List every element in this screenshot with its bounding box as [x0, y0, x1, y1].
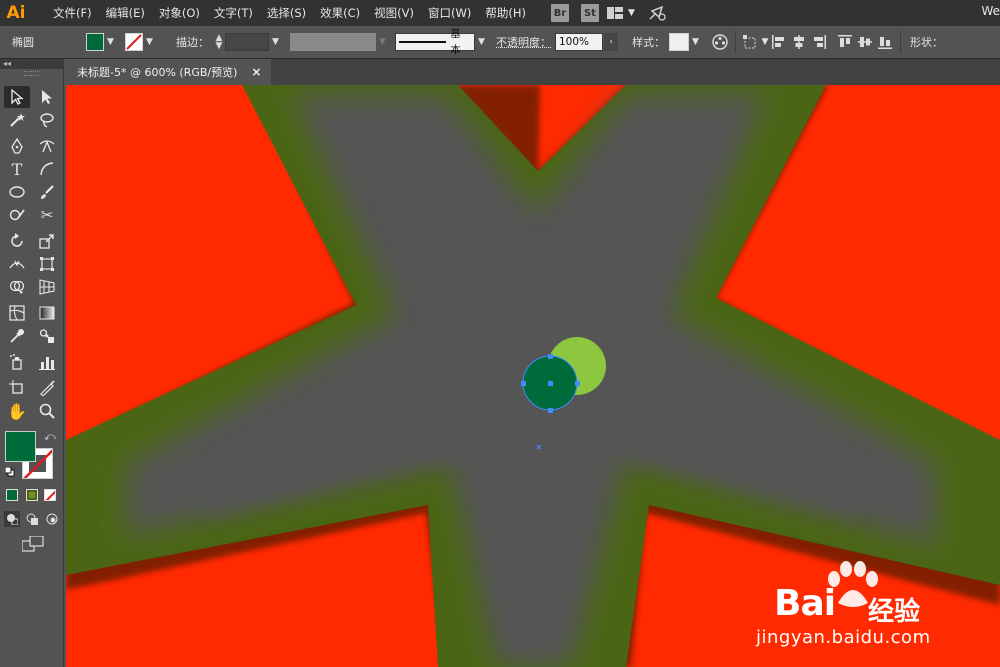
fill-color-swatch[interactable]	[5, 431, 36, 462]
align-left-icon[interactable]	[769, 32, 789, 52]
stroke-weight-stepper[interactable]: ▲ ▼	[213, 32, 225, 52]
magic-wand-tool-icon[interactable]	[4, 109, 30, 131]
column-graph-tool-icon[interactable]	[34, 351, 60, 373]
stroke-none-swatch[interactable]	[125, 33, 143, 51]
curvature-tool-icon[interactable]	[34, 135, 60, 157]
align-bottom-icon[interactable]	[875, 32, 895, 52]
lasso-tool-icon[interactable]	[34, 109, 60, 131]
color-mode-button[interactable]	[6, 489, 18, 501]
align-right-icon[interactable]	[809, 32, 829, 52]
fill-swatch[interactable]	[86, 33, 104, 51]
app-logo: Ai	[6, 3, 26, 23]
draw-behind-icon[interactable]	[24, 511, 40, 527]
baidu-watermark: Bai 经验 jingyan.baidu.com	[756, 561, 996, 655]
recolor-artwork-icon[interactable]	[710, 32, 730, 52]
shape-builder-tool-icon[interactable]	[4, 276, 30, 298]
rotate-tool-icon[interactable]	[4, 230, 30, 252]
screen-mode-icon[interactable]	[21, 535, 44, 555]
menu-object[interactable]: 对象(O)	[152, 0, 207, 26]
menu-effect[interactable]: 效果(C)	[313, 0, 367, 26]
window-title: We	[981, 4, 1000, 18]
slice-tool-icon[interactable]	[34, 377, 60, 399]
scissors-tool-icon[interactable]: ✂	[34, 204, 60, 226]
perspective-grid-tool-icon[interactable]	[34, 276, 60, 298]
artboard-canvas[interactable]: Bai 经验 jingyan.baidu.com	[66, 85, 1000, 667]
width-tool-icon[interactable]	[4, 253, 30, 275]
stroke-weight-input[interactable]	[225, 33, 269, 51]
chevron-right-icon[interactable]: ›	[604, 33, 618, 51]
mesh-tool-icon[interactable]	[4, 302, 30, 324]
menu-window[interactable]: 窗口(W)	[421, 0, 478, 26]
shaper-tool-icon[interactable]	[4, 204, 30, 226]
menu-select[interactable]: 选择(S)	[260, 0, 313, 26]
free-transform-tool-icon[interactable]	[34, 253, 60, 275]
chevron-down-icon[interactable]: ▼	[269, 33, 282, 51]
scale-tool-icon[interactable]	[34, 230, 60, 252]
gradient-mode-button[interactable]	[26, 489, 38, 501]
align-middle-icon[interactable]	[855, 32, 875, 52]
bridge-button[interactable]: Br	[550, 4, 569, 22]
gradient-tool-icon[interactable]	[34, 302, 60, 324]
type-tool-icon[interactable]: T	[4, 158, 30, 180]
watermark-brand: Bai	[774, 583, 836, 624]
draw-normal-icon[interactable]	[4, 511, 20, 527]
artboard-tool-icon[interactable]	[4, 377, 30, 399]
menu-help[interactable]: 帮助(H)	[478, 0, 533, 26]
panel-grip[interactable]	[24, 71, 40, 76]
menu-file[interactable]: 文件(F)	[46, 0, 99, 26]
chevron-down-icon[interactable]: ▼	[761, 33, 769, 51]
chevron-down-icon[interactable]: ▼	[689, 33, 702, 51]
close-icon[interactable]: ×	[251, 65, 261, 79]
chevron-down-icon[interactable]: ▼	[104, 33, 117, 51]
pen-tool-icon[interactable]	[4, 135, 30, 157]
object-type-label: 椭圆	[12, 36, 34, 49]
zoom-tool-icon[interactable]	[34, 400, 60, 422]
chevron-down-icon: ▼	[379, 37, 386, 47]
document-tab-title: 未标题-5* @ 600% (RGB/预览)	[77, 66, 238, 79]
blend-tool-icon[interactable]	[34, 325, 60, 347]
none-mode-button[interactable]	[44, 489, 56, 501]
watermark-brand-cn: 经验	[868, 597, 921, 627]
brush-profile-select[interactable]: 基本	[395, 28, 475, 56]
document-tab-bar: 未标题-5* @ 600% (RGB/预览) ×	[66, 59, 1000, 85]
swap-fill-stroke-icon[interactable]: ⤺	[44, 430, 56, 444]
direct-selection-tool-icon[interactable]	[34, 86, 60, 108]
opacity-label[interactable]: 不透明度：	[496, 34, 551, 50]
draw-inside-icon[interactable]	[44, 511, 60, 527]
control-bar: 椭圆 ▼ ▼ 描边： ▲ ▼ ▼ ▼ 基本 ▼ 不透明度： 100% › 样式： …	[0, 26, 1000, 59]
gpu-performance-icon[interactable]	[648, 3, 668, 23]
symbol-sprayer-tool-icon[interactable]	[4, 351, 30, 373]
stroke-label: 描边：	[176, 36, 209, 49]
watermark-url: jingyan.baidu.com	[756, 627, 931, 648]
workspace-layout-icon[interactable]	[605, 3, 625, 23]
menu-bar: Ai 文件(F) 编辑(E) 对象(O) 文字(T) 选择(S) 效果(C) 视…	[0, 0, 1000, 26]
stock-button[interactable]: St	[580, 4, 599, 22]
collapse-panel-icon[interactable]: ◂◂	[0, 59, 63, 69]
chevron-down-icon[interactable]: ▼	[143, 33, 156, 51]
style-label: 样式：	[632, 36, 665, 49]
paintbrush-tool-icon[interactable]	[34, 181, 60, 203]
variable-width-profile[interactable]	[290, 33, 376, 51]
default-fill-stroke-icon[interactable]	[4, 466, 15, 477]
menu-view[interactable]: 视图(V)	[367, 0, 421, 26]
menu-edit[interactable]: 编辑(E)	[99, 0, 152, 26]
brush-profile-label: 基本	[450, 28, 461, 56]
align-top-icon[interactable]	[835, 32, 855, 52]
chevron-down-icon[interactable]: ▼	[625, 4, 638, 22]
align-center-icon[interactable]	[789, 32, 809, 52]
shape-label[interactable]: 形状：	[910, 34, 943, 50]
line-segment-tool-icon[interactable]	[34, 158, 60, 180]
hand-tool-icon[interactable]: ✋	[4, 400, 30, 422]
chevron-down-icon[interactable]: ▼	[475, 33, 488, 51]
align-to-icon[interactable]	[741, 32, 761, 52]
selection-tool-icon[interactable]	[4, 86, 30, 108]
menu-type[interactable]: 文字(T)	[207, 0, 260, 26]
document-tab[interactable]: 未标题-5* @ 600% (RGB/预览) ×	[66, 59, 271, 85]
eyedropper-tool-icon[interactable]	[4, 325, 30, 347]
tools-panel: ◂◂ T ✂ ✋ ⤺	[0, 59, 64, 667]
graphic-style-swatch[interactable]	[669, 33, 689, 51]
opacity-input[interactable]: 100%	[555, 33, 603, 51]
ellipse-tool-icon[interactable]	[4, 181, 30, 203]
